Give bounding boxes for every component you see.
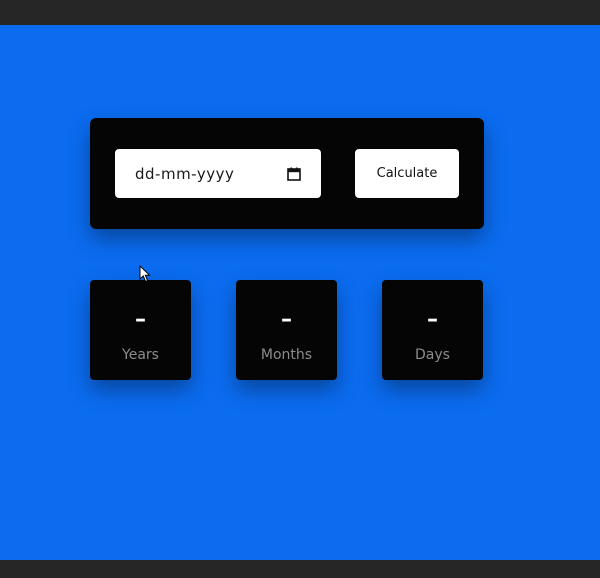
birth-date-input[interactable]: dd-mm-yyyy (115, 149, 321, 198)
days-label: Days (415, 347, 450, 363)
calendar-icon[interactable] (287, 167, 301, 181)
calculate-button[interactable]: Calculate (355, 149, 459, 198)
months-label: Months (260, 347, 313, 363)
date-placeholder: dd-mm-yyyy (135, 164, 235, 183)
years-card: – Years (90, 280, 191, 380)
browser-top-bar (0, 0, 600, 25)
days-card: – Days (382, 280, 483, 380)
years-label: Years (122, 347, 159, 363)
days-value: – (427, 307, 438, 332)
months-value: – (281, 307, 292, 332)
years-value: – (135, 307, 146, 332)
browser-bottom-bar (0, 560, 600, 578)
months-card: – Months (236, 280, 337, 380)
page-viewport: dd-mm-yyyy Calculate – Years – Months – … (0, 25, 600, 560)
date-input-card: dd-mm-yyyy Calculate (90, 118, 484, 229)
